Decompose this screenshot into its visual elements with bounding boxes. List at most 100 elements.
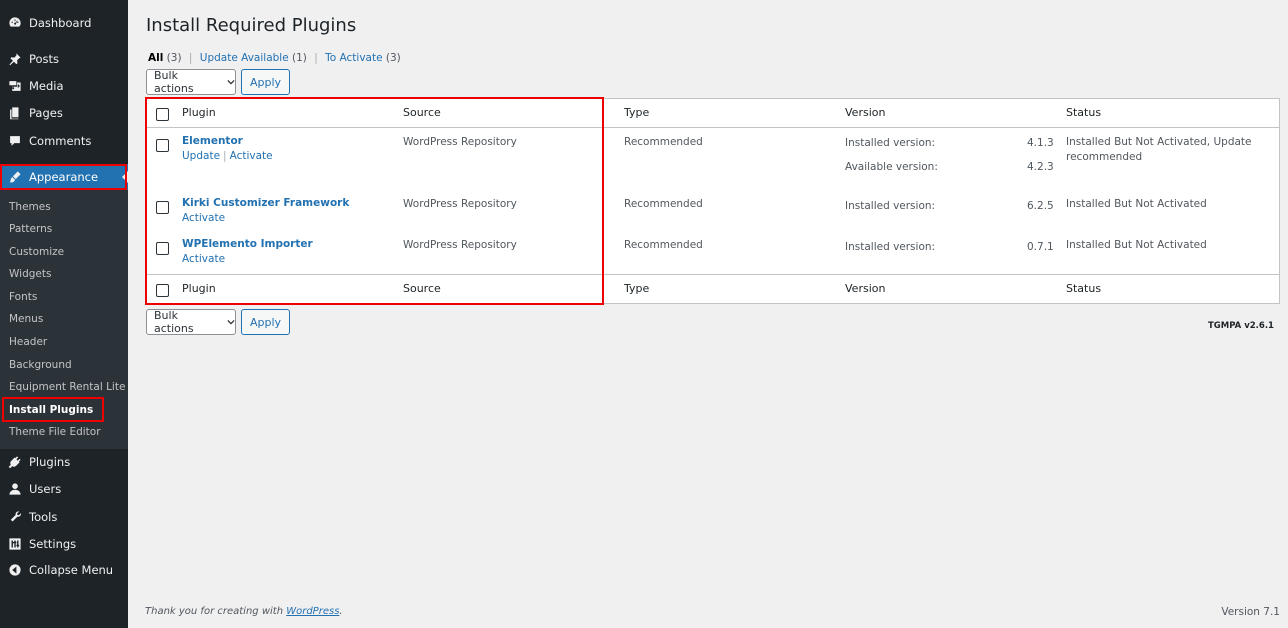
- submenu-header[interactable]: Header: [9, 333, 47, 351]
- column-plugin: Plugin: [182, 106, 216, 119]
- media-icon: [8, 79, 22, 93]
- footer-thanks: Thank you for creating with WordPress.: [145, 606, 343, 617]
- submenu-menus[interactable]: Menus: [9, 310, 43, 328]
- row-checkbox[interactable]: [156, 139, 169, 152]
- page-title: Install Required Plugins: [146, 15, 357, 36]
- row-checkbox[interactable]: [156, 242, 169, 255]
- footer-version: Version 7.1: [1221, 606, 1280, 618]
- plugin-status: Installed But Not Activated: [1066, 198, 1207, 210]
- activate-link[interactable]: Activate: [182, 253, 225, 265]
- menu-pages[interactable]: Pages: [0, 100, 128, 126]
- filter-update-available[interactable]: Update Available: [200, 52, 289, 64]
- comment-icon: [8, 134, 22, 148]
- plugin-source: WordPress Repository: [403, 198, 517, 210]
- apply-button-top[interactable]: Apply: [241, 69, 290, 95]
- bulk-actions-select-top[interactable]: Bulk actions: [146, 69, 236, 95]
- column-version: Version: [845, 282, 886, 295]
- plugin-type: Recommended: [624, 239, 703, 251]
- installed-version-label: Installed version:: [845, 137, 936, 149]
- menu-appearance[interactable]: Appearance: [0, 164, 128, 190]
- menu-dashboard-label: Dashboard: [29, 16, 92, 30]
- dashboard-icon: [8, 16, 22, 30]
- installed-version-label: Installed version:: [845, 241, 936, 253]
- filter-activate-count: (3): [385, 52, 401, 64]
- menu-settings[interactable]: Settings: [0, 531, 128, 557]
- installed-version-value: 6.2.5: [1027, 200, 1054, 212]
- filter-update-count: (1): [292, 52, 307, 64]
- submenu-widgets[interactable]: Widgets: [9, 265, 51, 283]
- wordpress-link[interactable]: WordPress: [286, 606, 339, 617]
- installed-version-value: 0.7.1: [1027, 241, 1054, 253]
- filter-to-activate[interactable]: To Activate: [325, 52, 382, 64]
- chevron-down-icon: [227, 319, 235, 325]
- plugin-name-link[interactable]: Elementor: [182, 135, 243, 147]
- column-status: Status: [1066, 282, 1102, 295]
- footer-thanks-suffix: .: [339, 606, 343, 617]
- user-icon: [8, 482, 22, 496]
- column-type: Type: [624, 282, 650, 295]
- row-checkbox[interactable]: [156, 201, 169, 214]
- available-version-label: Available version:: [845, 161, 938, 173]
- plugin-status: Installed But Not Activated, Update reco…: [1066, 136, 1252, 163]
- menu-plugins[interactable]: Plugins: [0, 449, 128, 475]
- table-header-row: Plugin Source Type Version Status: [147, 99, 1279, 128]
- activate-link[interactable]: Activate: [182, 212, 225, 224]
- plugin-type: Recommended: [624, 136, 703, 148]
- update-link[interactable]: Update: [182, 150, 220, 162]
- table-footer-row: Plugin Source Type Version Status: [147, 274, 1279, 303]
- appearance-submenu: Themes Patterns Customize Widgets Fonts …: [0, 190, 128, 449]
- submenu-customize[interactable]: Customize: [9, 243, 64, 261]
- action-separator: |: [223, 150, 227, 162]
- select-all-checkbox-footer[interactable]: [156, 284, 169, 297]
- select-all-checkbox[interactable]: [156, 108, 169, 121]
- submenu-install-plugins[interactable]: Install Plugins: [9, 401, 93, 419]
- filter-all[interactable]: All: [148, 52, 163, 64]
- pin-icon: [8, 52, 22, 66]
- menu-users[interactable]: Users: [0, 476, 128, 502]
- bulk-actions-label: Bulk actions: [154, 309, 194, 335]
- submenu-equipment-rental-lite[interactable]: Equipment Rental Lite: [9, 378, 125, 396]
- admin-sidebar: Dashboard Posts Media Pages Comments App…: [0, 0, 128, 628]
- collapse-icon: [8, 563, 22, 577]
- brush-icon: [8, 170, 22, 184]
- submenu-patterns[interactable]: Patterns: [9, 220, 52, 238]
- menu-tools[interactable]: Tools: [0, 504, 128, 530]
- tgmpa-version: TGMPA v2.6.1: [1208, 321, 1274, 331]
- menu-plugins-label: Plugins: [29, 455, 71, 469]
- column-source: Source: [403, 282, 441, 295]
- plugin-status: Installed But Not Activated: [1066, 239, 1207, 251]
- apply-button-bottom[interactable]: Apply: [241, 309, 290, 335]
- menu-collapse[interactable]: Collapse Menu: [0, 557, 128, 583]
- filter-separator: |: [314, 52, 318, 64]
- plugin-name-link[interactable]: WPElemento Importer: [182, 238, 313, 250]
- submenu-fonts[interactable]: Fonts: [9, 288, 37, 306]
- status-filters: All (3) | Update Available (1) | To Acti…: [148, 52, 401, 64]
- bulk-actions-select-bottom[interactable]: Bulk actions: [146, 309, 236, 335]
- submenu-background[interactable]: Background: [9, 356, 72, 374]
- column-plugin: Plugin: [182, 282, 216, 295]
- menu-media-label: Media: [29, 79, 64, 93]
- menu-tools-label: Tools: [29, 510, 58, 524]
- menu-media[interactable]: Media: [0, 73, 128, 99]
- submenu-theme-file-editor[interactable]: Theme File Editor: [9, 423, 101, 441]
- plug-icon: [8, 455, 22, 469]
- menu-users-label: Users: [29, 482, 62, 496]
- plugin-source: WordPress Repository: [403, 239, 517, 251]
- wrench-icon: [8, 510, 22, 524]
- installed-version-label: Installed version:: [845, 200, 936, 212]
- row-actions: Update | Activate: [182, 150, 273, 162]
- menu-comments[interactable]: Comments: [0, 128, 128, 154]
- menu-pages-label: Pages: [29, 106, 63, 120]
- filter-separator: |: [188, 52, 193, 64]
- installed-version-value: 4.1.3: [1027, 137, 1054, 149]
- plugin-type: Recommended: [624, 198, 703, 210]
- plugin-name-link[interactable]: Kirki Customizer Framework: [182, 197, 349, 209]
- menu-dashboard[interactable]: Dashboard: [0, 10, 128, 36]
- main-content: Install Required Plugins All (3) | Updat…: [128, 0, 1288, 628]
- available-version-value: 4.2.3: [1027, 161, 1054, 173]
- column-type: Type: [624, 106, 650, 119]
- menu-posts[interactable]: Posts: [0, 46, 128, 72]
- submenu-themes[interactable]: Themes: [9, 198, 51, 216]
- activate-link[interactable]: Activate: [230, 150, 273, 162]
- filter-all-count: (3): [166, 52, 182, 64]
